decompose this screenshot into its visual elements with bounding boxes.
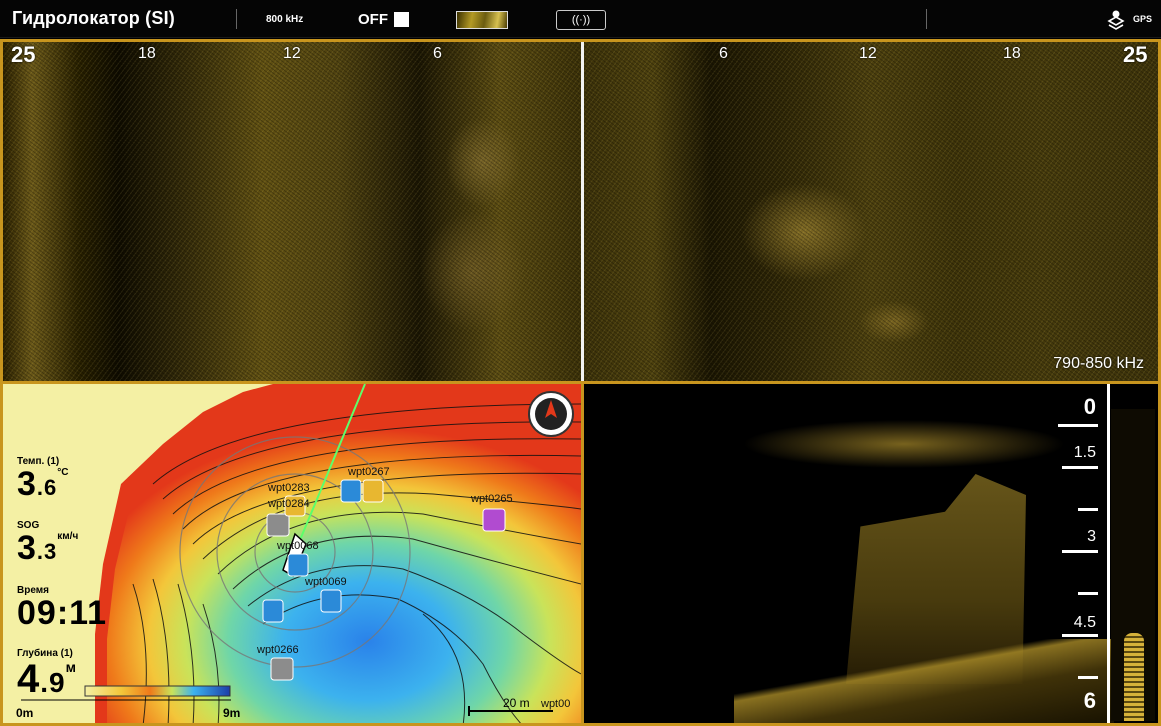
range-tick: 18 — [1003, 45, 1021, 62]
palette-min-label: 0m — [16, 706, 34, 720]
waypoint-label[interactable]: wpt0284 — [268, 498, 310, 510]
transducer-icon[interactable]: ((·)) — [556, 10, 606, 30]
range-tick: 12 — [859, 45, 877, 62]
depth-tick — [1062, 550, 1098, 553]
time-readout[interactable]: Время 09:11 — [17, 585, 107, 630]
gps-indicator[interactable]: GPS — [1133, 14, 1152, 24]
depth-tick — [1058, 424, 1098, 427]
status-bar: Гидролокатор (SI) 800 kHz OFF ((·)) GPS — [0, 0, 1161, 38]
waypoint-label[interactable]: wpt0267 — [348, 466, 390, 478]
frequency-label: 790-850 kHz — [1053, 355, 1144, 372]
bottom-return — [734, 639, 1114, 723]
depth-tick — [1078, 676, 1098, 679]
sonar-thumbnail[interactable] — [456, 11, 508, 29]
chart-view[interactable]: Темп. (1) 3.6°C SOG 3.3км/ч Время 09:11 … — [0, 384, 581, 726]
frequency-readout[interactable]: 800 kHz — [266, 14, 303, 25]
palette-max-label: 9m — [223, 706, 241, 720]
range-tick: 6 — [433, 45, 442, 62]
waypoint-label[interactable]: wpt0283 — [268, 482, 310, 494]
surface-clutter — [704, 409, 1104, 479]
side-imaging-left — [3, 42, 581, 381]
depth-tick — [1062, 466, 1098, 469]
range-right-label: 25 — [1123, 42, 1148, 67]
flasher-column — [1111, 409, 1155, 721]
waypoint-label[interactable]: wpt0068 — [277, 540, 319, 552]
side-imaging-right — [584, 42, 1158, 381]
waypoint-label[interactable]: wpt0069 — [305, 576, 347, 588]
depth-tick — [1078, 592, 1098, 595]
layers-icon[interactable] — [1107, 9, 1125, 31]
down-imaging-view[interactable]: 0 1.5 3 4.5 6 — [581, 384, 1161, 726]
edit-icon[interactable] — [394, 12, 409, 27]
depth-label: 6 — [1083, 688, 1096, 713]
scale-label: 20 m — [503, 696, 530, 710]
depth-label: 0 — [1083, 394, 1096, 419]
depth-tick — [1062, 634, 1098, 637]
sog-readout[interactable]: SOG 3.3км/ч — [17, 520, 78, 569]
depth-readout[interactable]: Глубина (1) 4.9м — [17, 648, 76, 700]
depth-scale-bar — [1107, 384, 1110, 723]
range-tick: 12 — [283, 45, 301, 62]
temperature-readout[interactable]: Темп. (1) 3.6°C — [17, 456, 69, 505]
depth-tick — [1078, 508, 1098, 511]
range-tick: 18 — [138, 45, 156, 62]
depth-contour-map — [3, 384, 581, 723]
divider — [236, 9, 237, 29]
view-title[interactable]: Гидролокатор (SI) — [12, 8, 175, 29]
waypoint-label[interactable]: wpt00 — [541, 698, 570, 710]
off-toggle[interactable]: OFF — [358, 11, 388, 28]
waypoint-label[interactable]: wpt0265 — [471, 493, 513, 505]
boat-track-line — [581, 42, 584, 381]
range-left-label: 25 — [11, 42, 36, 67]
side-imaging-view[interactable]: 25 18 12 6 6 12 18 25 790-850 kHz — [0, 39, 1161, 384]
depth-label: 1.5 — [1073, 444, 1096, 461]
depth-label: 4.5 — [1073, 614, 1096, 631]
range-tick: 6 — [719, 45, 728, 62]
divider — [926, 9, 927, 29]
waypoint-label[interactable]: wpt0266 — [257, 644, 299, 656]
depth-label: 3 — [1087, 528, 1096, 545]
